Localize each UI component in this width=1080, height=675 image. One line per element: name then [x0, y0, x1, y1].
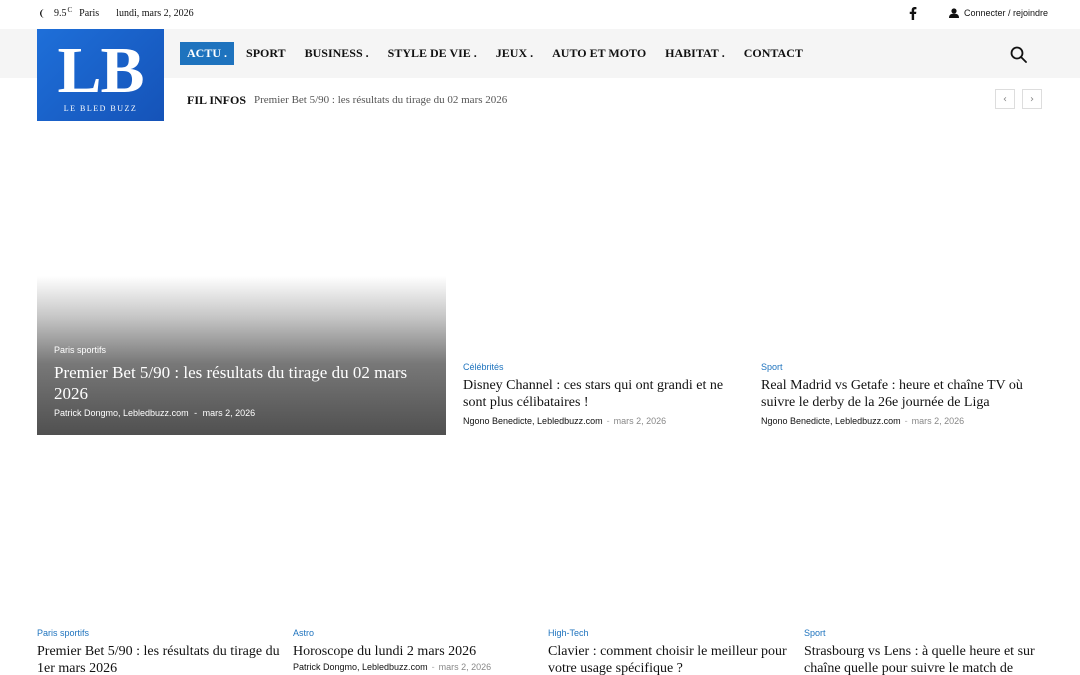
moon-icon [40, 9, 45, 18]
weather-widget: 9.5 C Paris lundi, mars 2, 2026 [40, 5, 194, 19]
article-date: mars 2, 2026 [613, 416, 667, 426]
article-date: mars 2, 2026 [911, 416, 965, 426]
article-title[interactable]: Disney Channel : ces stars qui ont grand… [463, 377, 743, 411]
featured-author[interactable]: Patrick Dongmo, Lebledbuzz.com [54, 408, 189, 418]
site-logo[interactable]: LB LE BLED BUZZ [37, 29, 164, 121]
article-meta: Ngono Benedicte, Lebledbuzz.com - mars 2, … [463, 416, 667, 426]
article-title[interactable]: Premier Bet 5/90 : les résultats du tira… [37, 643, 282, 675]
search-icon[interactable] [1010, 46, 1027, 63]
nav-item-jeux[interactable]: JEUX. [489, 42, 540, 65]
top-bar: 9.5 C Paris lundi, mars 2, 2026 Connecte… [0, 0, 1080, 29]
ticker-label: FIL INFOS [187, 93, 247, 107]
nav-item-habitat[interactable]: HABITAT. [658, 42, 732, 65]
nav-item-business[interactable]: BUSINESS. [298, 42, 376, 65]
article-title[interactable]: Clavier : comment choisir le meilleur po… [548, 643, 788, 675]
article-author[interactable]: Patrick Dongmo, Lebledbuzz.com [293, 662, 428, 672]
article-card[interactable]: High-Tech Clavier : comment choisir le m… [548, 628, 788, 675]
user-icon [949, 8, 959, 18]
article-category[interactable]: Célébrités [463, 362, 743, 372]
nav-item-auto-et-moto[interactable]: AUTO ET MOTO [545, 42, 653, 65]
featured-date: mars 2, 2026 [202, 408, 256, 418]
article-date: mars 2, 2026 [438, 662, 492, 672]
article-card[interactable]: Astro Horoscope du lundi 2 mars 2026 Pat… [293, 628, 533, 672]
login-link[interactable]: Connecter / rejoindre [949, 8, 1048, 18]
article-card[interactable]: Sport Strasbourg vs Lens : à quelle heur… [804, 628, 1044, 675]
nav-item-contact[interactable]: CONTACT [737, 42, 810, 65]
article-title[interactable]: Strasbourg vs Lens : à quelle heure et s… [804, 643, 1044, 675]
article-card[interactable]: Paris sportifs Premier Bet 5/90 : les ré… [37, 628, 282, 675]
nav-item-sport[interactable]: SPORT [239, 42, 293, 65]
main-nav: ACTU. SPORT BUSINESS. STYLE DE VIE. JEUX… [180, 42, 815, 65]
logo-letters: LB [57, 34, 144, 107]
meta-separator: - [194, 408, 198, 418]
ticker-headline[interactable]: Premier Bet 5/90 : les résultats du tira… [254, 94, 507, 106]
article-title[interactable]: Horoscope du lundi 2 mars 2026 [293, 643, 533, 660]
current-date: lundi, mars 2, 2026 [116, 8, 194, 19]
article-author[interactable]: Ngono Benedicte, Lebledbuzz.com [761, 416, 901, 426]
featured-article[interactable]: Paris sportifs Premier Bet 5/90 : les ré… [37, 276, 446, 435]
login-label: Connecter / rejoindre [964, 8, 1049, 18]
article-category[interactable]: Astro [293, 628, 533, 638]
article-title[interactable]: Real Madrid vs Getafe : heure et chaîne … [761, 377, 1043, 411]
article-meta: Ngono Benedicte, Lebledbuzz.com - mars 2, … [761, 416, 965, 426]
featured-title[interactable]: Premier Bet 5/90 : les résultats du tira… [54, 362, 434, 404]
ticker-next-button[interactable]: › [1022, 89, 1042, 109]
featured-meta: Patrick Dongmo, Lebledbuzz.com - mars 2,… [54, 408, 255, 418]
article-category[interactable]: High-Tech [548, 628, 788, 638]
temperature-unit: C [67, 5, 73, 14]
article-card[interactable]: Célébrités Disney Channel : ces stars qu… [463, 362, 743, 426]
featured-category[interactable]: Paris sportifs [54, 345, 106, 355]
nav-item-actu[interactable]: ACTU. [180, 42, 235, 65]
article-card[interactable]: Sport Real Madrid vs Getafe : heure et c… [761, 362, 1043, 426]
article-meta: Patrick Dongmo, Lebledbuzz.com - mars 2, 2… [293, 662, 492, 672]
temperature: 9.5 [54, 8, 67, 19]
weather-city: Paris [79, 8, 100, 19]
article-author[interactable]: Ngono Benedicte, Lebledbuzz.com [463, 416, 603, 426]
article-category[interactable]: Sport [804, 628, 1044, 638]
logo-tagline: LE BLED BUZZ [63, 104, 138, 113]
article-category[interactable]: Sport [761, 362, 1043, 372]
nav-item-style-de-vie[interactable]: STYLE DE VIE. [381, 42, 484, 65]
article-category[interactable]: Paris sportifs [37, 628, 282, 638]
facebook-icon[interactable] [909, 7, 917, 20]
ticker-prev-button[interactable]: ‹ [995, 89, 1015, 109]
